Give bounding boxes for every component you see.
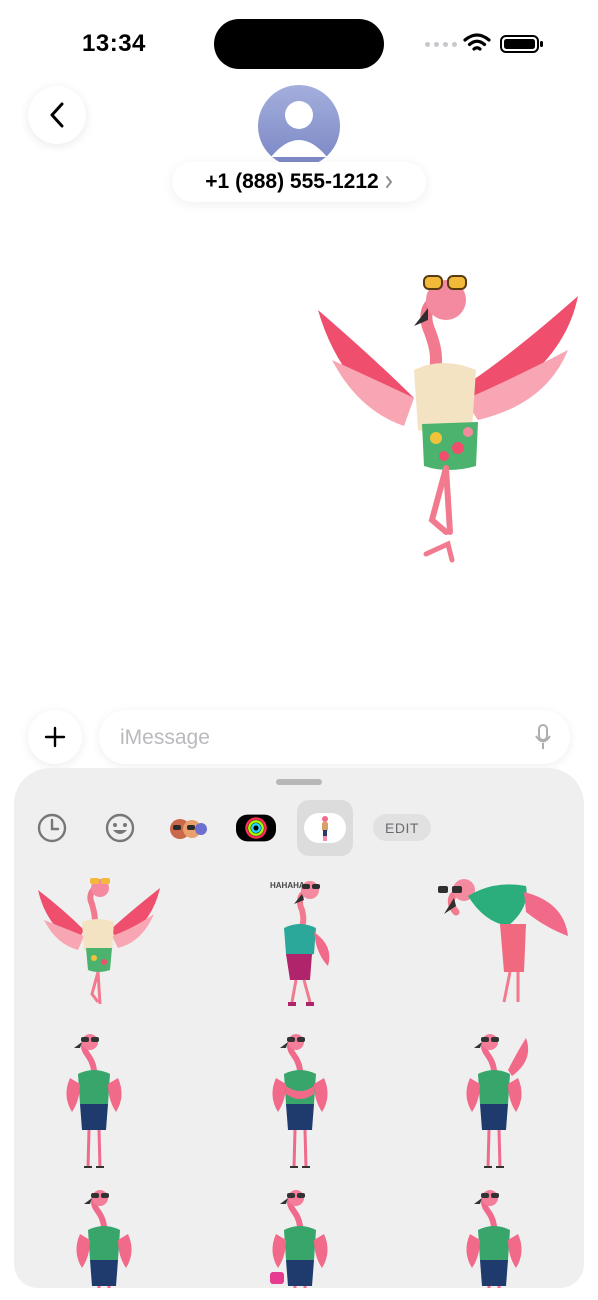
- flamingo-laughing-sticker[interactable]: HAHAHA: [250, 874, 350, 1008]
- drawer-grabber[interactable]: [276, 779, 322, 785]
- tab-flamingo-stickers[interactable]: [297, 800, 353, 856]
- smiley-icon: [105, 813, 135, 843]
- back-button[interactable]: [28, 86, 86, 144]
- plus-icon: [44, 726, 66, 748]
- flamingo-bowing-sticker[interactable]: [434, 872, 570, 1008]
- dynamic-island: [214, 19, 384, 69]
- edit-button[interactable]: EDIT: [373, 814, 431, 841]
- flamingo-handbag-sticker[interactable]: [250, 1186, 350, 1288]
- flamingo-icon: [322, 816, 328, 841]
- microphone-icon[interactable]: [534, 723, 552, 751]
- chevron-right-icon: [385, 176, 392, 188]
- wifi-icon: [463, 33, 491, 51]
- sticker-speech-text: HAHAHA: [270, 881, 305, 890]
- flamingo-hands-on-hips-sticker[interactable]: [44, 1030, 144, 1168]
- sent-flamingo-sticker[interactable]: [318, 270, 580, 570]
- memoji-icon: [170, 819, 207, 839]
- message-input[interactable]: iMessage: [99, 710, 570, 764]
- tab-emoji[interactable]: [100, 808, 140, 848]
- tab-recents[interactable]: [32, 808, 72, 848]
- message-placeholder: iMessage: [120, 726, 210, 749]
- contact-name-pill[interactable]: +1 (888) 555-1212: [172, 162, 426, 202]
- contact-avatar[interactable]: [258, 85, 340, 167]
- tab-activity[interactable]: [236, 808, 276, 848]
- sticker-drawer: EDIT HAHAHA: [14, 768, 584, 1288]
- flamingo-standing-sticker[interactable]: [54, 1186, 154, 1288]
- clock-icon: [37, 813, 67, 843]
- contact-name: +1 (888) 555-1212: [205, 170, 379, 193]
- flamingo-posing-sticker[interactable]: [444, 1186, 544, 1288]
- activity-rings-icon: [236, 814, 276, 842]
- flamingo-arms-crossed-sticker[interactable]: [250, 1030, 350, 1168]
- tab-memoji[interactable]: [168, 808, 208, 848]
- flamingo-wings-spread-sticker[interactable]: [38, 874, 160, 1008]
- apps-button[interactable]: [28, 710, 82, 764]
- chevron-left-icon: [50, 102, 64, 128]
- signal-icon: [425, 42, 457, 47]
- flamingo-waving-sticker[interactable]: [444, 1030, 544, 1168]
- status-time: 13:34: [82, 30, 146, 57]
- person-icon: [271, 101, 327, 157]
- battery-icon: [500, 35, 543, 53]
